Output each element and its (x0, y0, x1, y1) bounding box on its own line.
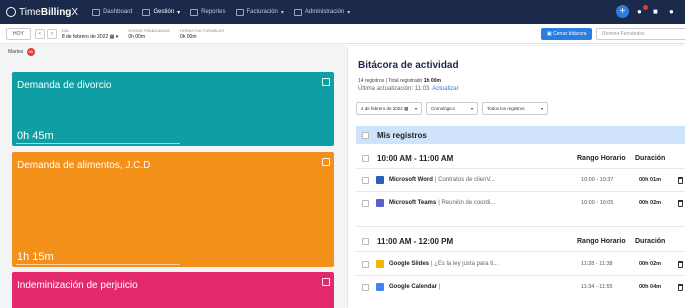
activity-row[interactable]: Microsoft Teams | Reunión de coordi... 1… (356, 195, 685, 211)
calendar-icon: ▦ (109, 33, 115, 40)
row-checkbox[interactable] (362, 283, 369, 291)
matter-card[interactable]: Indeminización de perjuicio (12, 272, 334, 308)
hour-group-header: 10:00 AM - 11:00 AM Rango Horario Duraci… (356, 149, 685, 167)
matter-hours: 0h 45m (17, 130, 54, 142)
col-duration: Duración (635, 154, 666, 162)
nav-reportes[interactable]: Reportes (190, 8, 226, 16)
app-root: TimeBillingX Dashboard Gestión ▾ Reportes… (0, 0, 685, 308)
trash-icon[interactable] (678, 260, 683, 268)
calendar-icon[interactable] (322, 158, 330, 166)
chevron-down-icon: ▾ (177, 9, 181, 16)
nav-gestion[interactable]: Gestión ▾ (142, 8, 181, 16)
chevron-down-icon: ▾ (470, 106, 473, 111)
nav-actions: + ● ■ ● (616, 4, 677, 18)
my-records-header[interactable]: Mis registros (356, 126, 685, 144)
update-link[interactable]: Actualizar (432, 86, 458, 92)
chevron-down-icon: ▾ (115, 33, 119, 40)
chevron-down-icon: ▾ (540, 106, 543, 111)
notification-dot (643, 4, 648, 10)
bell-icon[interactable]: ● (637, 4, 648, 16)
progress-line (16, 264, 180, 265)
report-icon (190, 8, 199, 16)
divider (356, 191, 685, 192)
app-logo[interactable]: TimeBillingX (6, 7, 78, 18)
user-select[interactable]: Romina Fernández (596, 28, 685, 40)
last-update: Última actualización: 11:03 Actualizar (358, 86, 459, 92)
add-button[interactable]: + (616, 5, 629, 18)
calendar-app-icon (376, 283, 384, 291)
nav-dashboard[interactable]: Dashboard (92, 8, 132, 16)
col-duration: Duración (635, 237, 666, 245)
billable-hours: HORAS FACTURABLES 0h 00m (179, 27, 225, 40)
today-button[interactable]: HOY (6, 27, 31, 40)
chevron-down-icon: ▾ (414, 106, 417, 111)
matter-title: Demanda de alimentos, J.C.D (17, 160, 151, 171)
trash-icon[interactable] (678, 176, 683, 184)
row-checkbox[interactable] (362, 199, 369, 207)
worked-hours: HORAS TRABAJADAS 0h 00m (128, 27, 170, 40)
day-badge: 08 (26, 48, 35, 56)
teams-icon (376, 199, 384, 207)
order-filter[interactable]: Cronológico ▾ (426, 102, 478, 115)
activity-log-panel: Bitácora de actividad 14 registros | Tot… (348, 46, 685, 308)
divider (356, 168, 685, 169)
divider (356, 226, 685, 227)
matter-card[interactable]: Demanda de divorcio 0h 45m (12, 72, 334, 146)
divider (356, 251, 685, 252)
date-picker[interactable]: DÍA 8 de febrero de 2022 ▦ ▾ (62, 28, 118, 40)
top-navbar: TimeBillingX Dashboard Gestión ▾ Reportes… (0, 0, 685, 24)
calendar-icon[interactable] (322, 78, 330, 86)
lock-icon: ▣ (547, 31, 552, 37)
day-header: Martes 08 (8, 48, 35, 56)
chat-icon[interactable]: ■ (653, 7, 661, 16)
close-log-button[interactable]: ▣ Cerrar bitácora (541, 28, 593, 40)
progress-line (16, 143, 180, 144)
briefcase-icon (142, 8, 151, 16)
select-all-checkbox[interactable] (362, 131, 369, 139)
matter-title: Demanda de divorcio (17, 80, 112, 91)
activity-row[interactable]: Google Slides | ¿Es la ley justa para ti… (356, 256, 685, 272)
matter-title: Indeminización de perjuicio (17, 280, 138, 291)
records-filter[interactable]: Todos los registros ▾ (482, 102, 548, 115)
admin-icon (293, 8, 302, 16)
invoice-icon (235, 8, 244, 16)
chevron-down-icon: ▾ (347, 9, 351, 16)
logo-icon (6, 7, 16, 17)
calendar-icon[interactable] (322, 278, 330, 286)
slides-icon (376, 260, 384, 268)
word-icon (376, 176, 384, 184)
chart-icon (92, 8, 101, 16)
nav-facturacion[interactable]: Facturación ▾ (235, 8, 284, 16)
group-checkbox[interactable] (362, 237, 369, 245)
col-range: Rango Horario (577, 237, 626, 245)
divider (356, 275, 685, 276)
col-range: Rango Horario (577, 154, 626, 162)
row-checkbox[interactable] (362, 260, 369, 268)
log-summary: 14 registros | Total registrado 1h 00m (358, 78, 441, 84)
trash-icon[interactable] (678, 199, 683, 207)
trash-icon[interactable] (678, 283, 683, 291)
matter-hours: 1h 15m (17, 251, 54, 263)
calendar-icon: ▦ (404, 106, 409, 111)
activity-row[interactable]: Microsoft Word | Contratos de clienV... … (356, 172, 685, 188)
hour-group-header: 11:00 AM - 12:00 PM Rango Horario Duraci… (356, 232, 685, 250)
group-checkbox[interactable] (362, 154, 369, 162)
nav-administracion[interactable]: Administración ▾ (293, 8, 351, 16)
activity-row[interactable]: Google Calendar | 11:34 - 11:55 00h 04m (356, 279, 685, 295)
panel-title: Bitácora de actividad (358, 60, 459, 71)
row-checkbox[interactable] (362, 176, 369, 184)
date-toolbar: HOY ‹ › DÍA 8 de febrero de 2022 ▦ ▾ HOR… (0, 24, 685, 44)
date-filter[interactable]: 4 de febrero de 2022 ▦ ▾ (356, 102, 422, 115)
next-day-button[interactable]: › (46, 28, 57, 39)
logo-text: TimeBillingX (19, 6, 79, 18)
chevron-down-icon: ▾ (280, 9, 284, 16)
matter-card[interactable]: Demanda de alimentos, J.C.D 1h 15m (12, 152, 334, 267)
prev-day-button[interactable]: ‹ (34, 28, 45, 39)
user-icon[interactable]: ● (669, 7, 677, 16)
